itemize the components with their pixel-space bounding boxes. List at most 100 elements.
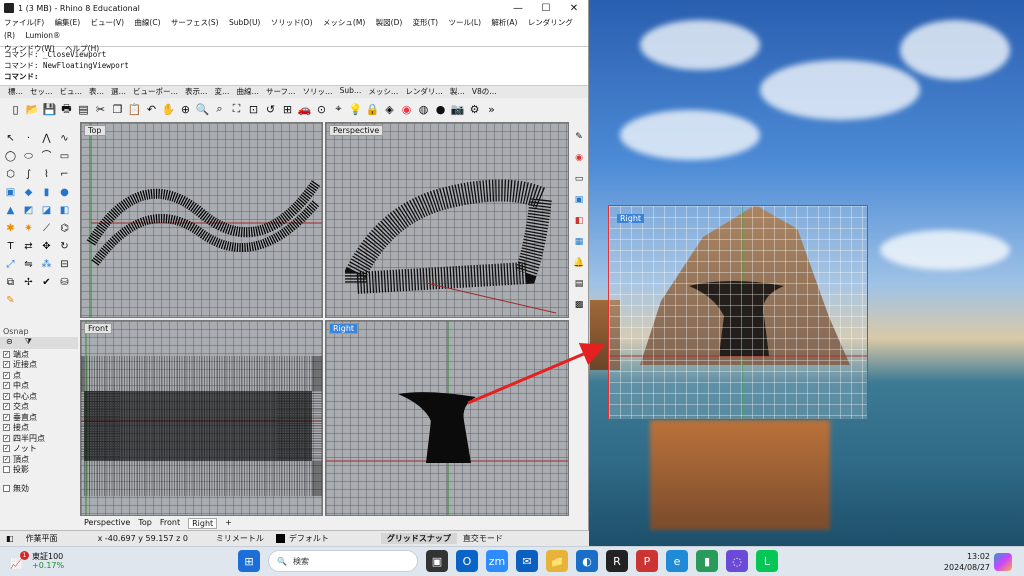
toolbar-tab[interactable]: ソリッ… xyxy=(303,86,333,98)
osnap-item-near[interactable]: ✓ 近接点 xyxy=(0,360,78,371)
mail-icon[interactable]: ✉ xyxy=(516,550,538,572)
pan-hand-icon[interactable]: ✋ xyxy=(161,102,176,117)
select-arrow-icon[interactable]: ↖ xyxy=(4,132,17,145)
osnap-item-quadrant[interactable]: ✓ 四半円点 xyxy=(0,433,78,444)
units[interactable]: ミリメートル xyxy=(210,533,270,544)
checkbox[interactable]: ✓ xyxy=(3,403,10,411)
grid-snap-toggle[interactable]: グリッドスナップ xyxy=(380,533,457,544)
align-icon[interactable]: ⊟ xyxy=(58,258,71,271)
viewport-label-right[interactable]: Right xyxy=(329,323,359,334)
toolbar-tab[interactable]: 標… xyxy=(8,86,23,98)
sweep-icon[interactable]: ◪ xyxy=(40,204,53,217)
copilot-app-icon[interactable]: ◌ xyxy=(726,550,748,572)
chart-app-icon[interactable]: ▮ xyxy=(696,550,718,572)
sphere-solid-icon[interactable]: ● xyxy=(58,186,71,199)
zoom-extents-icon[interactable]: ⛶ xyxy=(229,102,244,117)
loft-icon[interactable]: ◩ xyxy=(22,204,35,217)
menu-dimension[interactable]: 製図(D) xyxy=(376,18,403,27)
menu-tools[interactable]: ツール(L) xyxy=(449,18,482,27)
checkbox[interactable]: ✓ xyxy=(3,445,10,453)
menu-surface[interactable]: サーフェス(S) xyxy=(171,18,219,27)
widgets-stock[interactable]: 📈 1 東証100 +0.17% xyxy=(10,551,80,573)
menu-edit[interactable]: 編集(E) xyxy=(55,18,81,27)
menu-subd[interactable]: SubD(U) xyxy=(229,18,260,27)
menu-transform[interactable]: 変形(T) xyxy=(413,18,438,27)
osnap-settings-icon[interactable]: ⊝ xyxy=(6,337,13,349)
dimension-icon[interactable]: ⇄ xyxy=(22,240,35,253)
viewport-perspective[interactable]: Perspective xyxy=(325,122,569,318)
toolbar-tab[interactable]: サーフ… xyxy=(266,86,296,98)
checkbox[interactable]: ✓ xyxy=(3,382,10,390)
ellipse-icon[interactable]: ⬭ xyxy=(22,150,35,163)
viewport-front[interactable]: Front xyxy=(80,320,323,516)
toolbar-tab[interactable]: 表… xyxy=(89,86,104,98)
box-solid-icon[interactable]: ▣ xyxy=(4,186,17,199)
system-clock[interactable]: 13:02 2024/08/27 xyxy=(930,551,990,573)
toolbar-tab[interactable]: 曲線… xyxy=(237,86,260,98)
properties-icon[interactable]: ✎ xyxy=(573,131,585,143)
command-prompt[interactable]: コマンド: xyxy=(4,71,584,82)
four-viewports-icon[interactable]: ⊞ xyxy=(280,102,295,117)
viewport-top[interactable]: Top xyxy=(80,122,323,318)
checkbox[interactable] xyxy=(3,466,10,474)
boolean-icon[interactable]: ◧ xyxy=(58,204,71,217)
color-wheel-icon[interactable]: ◉ xyxy=(399,102,414,117)
line-icon[interactable]: L xyxy=(756,550,778,572)
ortho-toggle[interactable]: 直交モード xyxy=(457,533,509,544)
polyline-icon[interactable]: ⋀ xyxy=(40,132,53,145)
minimize-button[interactable]: — xyxy=(504,3,532,14)
status-icon[interactable]: ◧ xyxy=(0,534,20,543)
outlook-icon[interactable]: O xyxy=(456,550,478,572)
environment-icon[interactable]: ▩ xyxy=(573,299,585,311)
powerpoint-icon[interactable]: P xyxy=(636,550,658,572)
save-icon[interactable]: 💾 xyxy=(42,102,57,117)
checkbox[interactable]: ✓ xyxy=(3,413,10,421)
osnap-item-project[interactable]: 投影 xyxy=(0,465,78,476)
toolbar-tab[interactable]: V8の… xyxy=(472,86,497,98)
toolbar-tab[interactable]: メッシ… xyxy=(368,86,398,98)
add-viewport-tab[interactable]: + xyxy=(225,518,232,529)
taskbar-search[interactable]: 🔍 検索 xyxy=(268,550,418,572)
pencil-icon[interactable]: ✎ xyxy=(4,294,17,307)
osnap-item-endpoint[interactable]: ✓ 端点 xyxy=(0,349,78,360)
osnap-item-knot[interactable]: ✓ ノット xyxy=(0,444,78,455)
cylinder-icon[interactable]: ▮ xyxy=(40,186,53,199)
osnap-item-perpendicular[interactable]: ✓ 垂直点 xyxy=(0,412,78,423)
lock-icon[interactable]: 🔒 xyxy=(365,102,380,117)
floating-viewport-label[interactable]: Right xyxy=(617,214,645,223)
tab-right[interactable]: Right xyxy=(188,518,218,529)
osnap-item-center[interactable]: ✓ 中心点 xyxy=(0,391,78,402)
tab-front[interactable]: Front xyxy=(160,518,180,529)
toolbar-tab[interactable]: ビュ… xyxy=(60,86,83,98)
array-icon[interactable]: ⁂ xyxy=(40,258,53,271)
mesh-icon[interactable]: ✱ xyxy=(4,222,17,235)
edge-icon[interactable]: e xyxy=(666,550,688,572)
menu-view[interactable]: ビュー(V) xyxy=(91,18,124,27)
checkbox[interactable]: ✓ xyxy=(3,371,10,379)
toolbar-tab[interactable]: レンダリ… xyxy=(405,86,443,98)
checkbox[interactable]: ✓ xyxy=(3,434,10,442)
osnap-item-disable[interactable]: 無効 xyxy=(0,483,78,494)
osnap-item-intersection[interactable]: ✓ 交点 xyxy=(0,402,78,413)
display-icon[interactable]: ▭ xyxy=(573,173,585,185)
rectangle-icon[interactable]: ▭ xyxy=(58,150,71,163)
materials-icon[interactable]: ◉ xyxy=(573,152,585,164)
zoom-icon[interactable]: 🔍 xyxy=(195,102,210,117)
sphere-icon[interactable]: ◍ xyxy=(416,102,431,117)
maximize-button[interactable]: ☐ xyxy=(532,3,560,14)
cplane-status[interactable]: 作業平面 xyxy=(20,533,64,544)
osnap-item-vertex[interactable]: ✓ 頂点 xyxy=(0,454,78,465)
join-icon[interactable]: ⌬ xyxy=(58,222,71,235)
notifications-icon[interactable]: 🔔 xyxy=(573,257,585,269)
osnap-item-tangent[interactable]: ✓ 接点 xyxy=(0,423,78,434)
toolbar-tab[interactable]: セッ… xyxy=(30,86,53,98)
toolbar-tab[interactable]: 表示… xyxy=(185,86,208,98)
menu-solid[interactable]: ソリッド(O) xyxy=(271,18,313,27)
car-icon[interactable]: 🚗 xyxy=(297,102,312,117)
osnap-filter-icon[interactable]: ⧩ xyxy=(25,337,32,349)
checkbox[interactable] xyxy=(3,484,10,492)
fillet-icon[interactable]: ⌐ xyxy=(58,168,71,181)
options-icon[interactable]: ⚙ xyxy=(467,102,482,117)
mirror-icon[interactable]: ⇋ xyxy=(22,258,35,271)
rhino-taskbar-icon[interactable]: R xyxy=(606,550,628,572)
